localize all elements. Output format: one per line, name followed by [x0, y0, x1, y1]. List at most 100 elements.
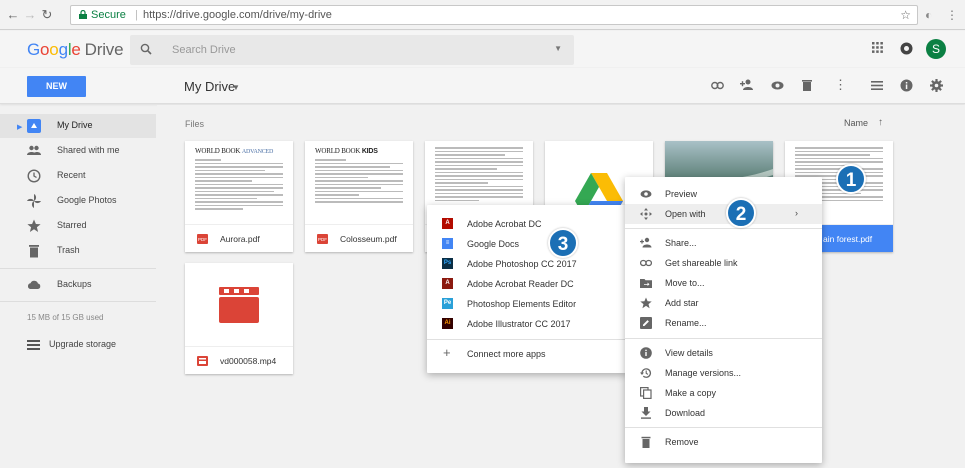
back-icon[interactable]: ← — [6, 8, 20, 22]
menu-item-make-a-copy[interactable]: Make a copy — [625, 383, 822, 403]
menu-item-remove[interactable]: Remove — [625, 432, 822, 452]
plus-icon: + — [443, 345, 451, 360]
sidebar-item-backups[interactable]: Backups — [0, 273, 156, 297]
google-docs-icon: ≡ — [442, 238, 453, 249]
menu-item-label: Get shareable link — [665, 258, 738, 268]
link-icon[interactable] — [711, 81, 724, 90]
acrobat-reader-icon: A — [442, 278, 453, 289]
menu-item-download[interactable]: Download — [625, 403, 822, 423]
menu-item-rename[interactable]: Rename... — [625, 313, 822, 333]
page-title[interactable]: My Drive — [184, 79, 235, 94]
sidebar-item-my-drive[interactable]: ▶ My Drive — [0, 114, 156, 138]
apps-grid-icon[interactable] — [872, 42, 883, 53]
sidebar-item-trash[interactable]: Trash — [0, 239, 156, 263]
menu-item-label: Rename... — [665, 318, 707, 328]
sidebar-item-label: Backups — [57, 279, 92, 289]
upgrade-storage-link[interactable]: Upgrade storage — [27, 337, 157, 353]
menu-item-label: Manage versions... — [665, 368, 742, 378]
sidebar-divider — [0, 268, 156, 269]
thumbnail-subtitle: ADVANCED — [241, 149, 274, 155]
storage-usage-text: 15 MB of 15 GB used — [27, 313, 104, 322]
more-options-icon[interactable]: ⋮ — [834, 77, 847, 93]
search-box[interactable]: Search Drive ▼ — [130, 35, 574, 65]
new-button[interactable]: NEW — [27, 76, 86, 97]
menu-item-label: View details — [665, 348, 713, 358]
notifications-icon[interactable] — [900, 42, 913, 55]
menu-item-adobe-acrobat-dc[interactable]: A Adobe Acrobat DC — [427, 214, 627, 234]
browser-menu-icon[interactable]: ⋮ — [946, 8, 958, 22]
menu-item-acrobat-reader[interactable]: A Adobe Acrobat Reader DC — [427, 274, 627, 294]
search-input[interactable]: Search Drive — [172, 44, 236, 56]
menu-item-photoshop-elements[interactable]: Pe Photoshop Elements Editor — [427, 294, 627, 314]
address-bar[interactable]: Secure | https://drive.google.com/drive/… — [70, 5, 918, 25]
menu-item-label: Photoshop Elements Editor — [467, 299, 577, 309]
url-separator: | — [135, 9, 138, 21]
sort-ascending-icon[interactable]: ↑ — [878, 117, 883, 128]
file-card-video[interactable]: vd000058.mp4 — [185, 263, 293, 374]
history-icon — [640, 368, 652, 378]
add-person-icon — [640, 237, 652, 248]
bookmark-star-icon[interactable]: ☆ — [900, 6, 911, 24]
photoshop-elements-icon: Pe — [442, 298, 453, 309]
menu-item-label: Connect more apps — [467, 349, 546, 359]
sidebar-item-label: Recent — [57, 170, 86, 180]
open-with-submenu: A Adobe Acrobat DC ≡ Google Docs Ps Adob… — [427, 205, 627, 373]
forward-icon[interactable]: → — [23, 8, 37, 22]
star-icon — [27, 219, 41, 232]
menu-item-manage-versions[interactable]: Manage versions... — [625, 363, 822, 383]
sidebar-item-recent[interactable]: Recent — [0, 164, 156, 188]
menu-item-move-to[interactable]: Move to... — [625, 273, 822, 293]
files-section-label: Files — [185, 119, 205, 129]
step-badge-3: 3 — [548, 228, 578, 258]
file-card-colosseum[interactable]: WORLD BOOK KIDS PDF Colosseum.pdf — [305, 141, 413, 252]
sidebar-item-label: Trash — [57, 245, 80, 255]
menu-item-illustrator[interactable]: Ai Adobe Illustrator CC 2017 — [427, 314, 627, 334]
menu-item-photoshop[interactable]: Ps Adobe Photoshop CC 2017 — [427, 254, 627, 274]
menu-item-google-docs[interactable]: ≡ Google Docs — [427, 234, 627, 254]
document-text-lines — [315, 159, 403, 205]
upgrade-storage-label: Upgrade storage — [49, 339, 117, 349]
illustrator-icon: Ai — [442, 318, 453, 329]
menu-item-share[interactable]: Share... — [625, 233, 822, 253]
preview-eye-icon[interactable] — [771, 81, 784, 90]
trash-icon — [29, 245, 39, 258]
sidebar-item-google-photos[interactable]: Google Photos — [0, 189, 156, 213]
menu-item-get-shareable-link[interactable]: Get shareable link — [625, 253, 822, 273]
sort-by-name[interactable]: Name — [844, 118, 868, 128]
menu-item-connect-more-apps[interactable]: + Connect more apps — [427, 344, 627, 364]
copy-icon — [640, 387, 652, 399]
add-person-icon[interactable] — [740, 79, 754, 91]
clock-icon — [27, 169, 41, 183]
menu-item-add-star[interactable]: Add star — [625, 293, 822, 313]
sidebar-item-starred[interactable]: Starred — [0, 214, 156, 238]
expand-arrow-icon[interactable]: ▶ — [17, 123, 22, 131]
menu-divider — [625, 228, 822, 229]
menu-item-label: Open with — [665, 209, 706, 219]
trash-icon[interactable] — [802, 79, 812, 91]
eye-icon — [640, 190, 652, 198]
drive-toolbar: NEW My Drive ▼ ⋮ — [0, 68, 965, 104]
list-view-icon[interactable] — [871, 81, 883, 90]
chevron-down-icon[interactable]: ▼ — [232, 83, 240, 92]
info-icon[interactable] — [900, 79, 913, 92]
avatar[interactable]: S — [926, 39, 946, 59]
thumbnail-title: WORLD BOOK — [195, 147, 241, 155]
menu-item-preview[interactable]: Preview — [625, 184, 822, 204]
menu-item-label: Adobe Acrobat Reader DC — [467, 279, 574, 289]
menu-item-view-details[interactable]: View details — [625, 343, 822, 363]
search-icon[interactable] — [140, 43, 152, 55]
reload-icon[interactable]: ↻ — [40, 8, 54, 22]
file-card-aurora[interactable]: WORLD BOOK ADVANCED PDF Aurora.pdf — [185, 141, 293, 252]
google-drive-logo[interactable]: Google Drive — [27, 40, 124, 60]
extension-icon[interactable]: ◐ — [925, 8, 932, 22]
file-thumbnail: WORLD BOOK KIDS — [305, 141, 413, 225]
sidebar-item-label: Google Photos — [57, 195, 117, 205]
menu-item-open-with[interactable]: Open with › — [625, 204, 822, 224]
move-folder-icon — [640, 279, 652, 288]
file-thumbnail — [185, 263, 293, 347]
sidebar-item-shared-with-me[interactable]: Shared with me — [0, 139, 156, 163]
search-options-icon[interactable]: ▼ — [554, 44, 562, 53]
menu-item-label: Adobe Acrobat DC — [467, 219, 542, 229]
settings-gear-icon[interactable] — [930, 79, 943, 92]
sidebar-item-label: Starred — [57, 220, 87, 230]
